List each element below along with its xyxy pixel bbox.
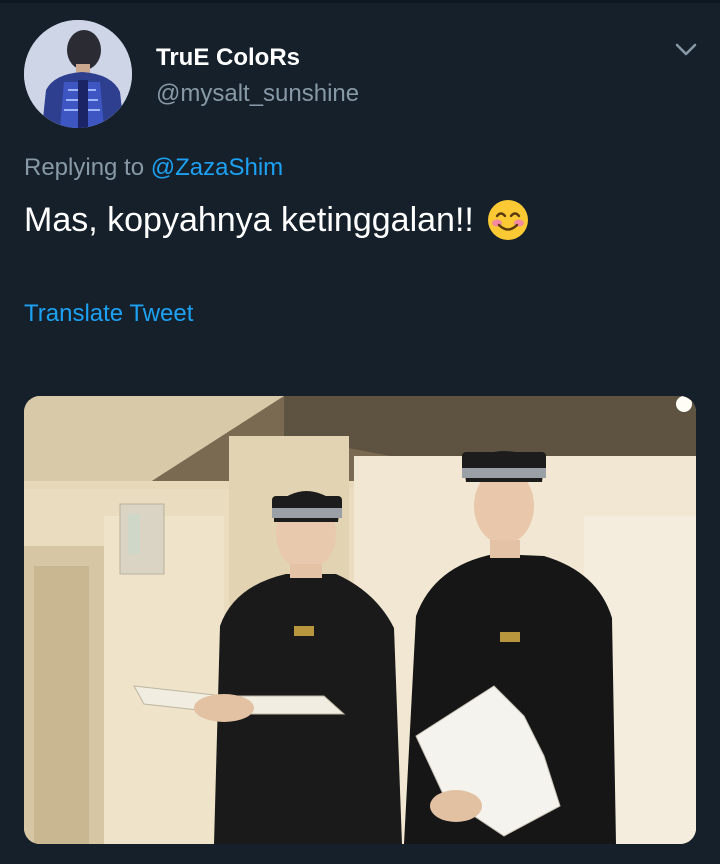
tweet-text: Mas, kopyahnya ketinggalan!! [24,198,530,242]
replying-prefix: Replying to [24,154,145,181]
mention-link[interactable]: @ZazaShim [151,154,283,181]
user-handle[interactable]: @mysalt_sunshine [156,80,359,108]
avatar[interactable] [24,20,132,128]
smiling-face-emoji-icon [486,198,530,242]
tweet-photo[interactable] [24,396,696,844]
replying-to-line: Replying to @ZazaShim [24,154,283,182]
avatar-image [24,20,132,128]
top-divider [0,0,720,3]
display-name[interactable]: TruE ColoRs [156,44,300,72]
tweet-detail-screen: TruE ColoRs @mysalt_sunshine Replying to… [0,0,720,864]
tweet-body: Mas, kopyahnya ketinggalan!! [24,200,474,239]
photo-content [24,396,696,844]
translate-tweet-link[interactable]: Translate Tweet [24,300,193,328]
chevron-down-icon[interactable] [670,36,702,64]
